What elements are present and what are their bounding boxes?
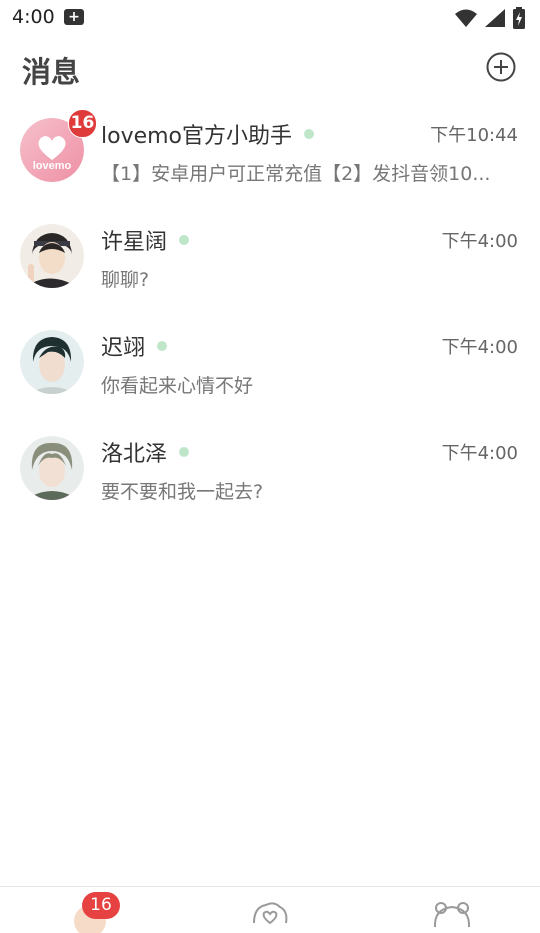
heart-cloud-icon (253, 902, 288, 925)
online-status-dot (157, 341, 168, 351)
message-time: 下午4:00 (441, 443, 518, 464)
bottom-nav: 16 (0, 886, 540, 933)
online-status-dot (304, 129, 315, 139)
contact-name: lovemo官方小助手 (101, 124, 293, 149)
wifi-icon (455, 9, 477, 27)
message-preview: 【1】安卓用户可正常充值【2】发抖音领10... (101, 163, 491, 185)
status-icons (454, 6, 526, 30)
conversation-item-luo-beize[interactable]: 洛北泽 下午4:00 要不要和我一起去? (0, 426, 540, 532)
conversation-item-chi-yi[interactable]: 迟翊 下午4:00 你看起来心情不好 (0, 320, 540, 426)
avatar (20, 436, 84, 500)
battery-icon (513, 7, 525, 29)
avatar (20, 330, 84, 394)
add-circle-icon[interactable] (485, 51, 517, 83)
message-time: 下午4:00 (441, 231, 518, 252)
header: 消息 (0, 40, 540, 96)
contact-name: 洛北泽 (101, 442, 168, 467)
conversation-item-xu-xingkuo[interactable]: 许星阔 下午4:00 聊聊? (0, 214, 540, 320)
message-time: 下午10:44 (430, 125, 518, 146)
discover-tab[interactable] (180, 887, 360, 925)
online-status-dot (179, 235, 190, 245)
messages-tab[interactable]: 16 (0, 887, 180, 933)
unread-badge: 16 (82, 892, 120, 919)
avatar-logo-text: lovemo (33, 160, 72, 172)
online-status-dot (179, 447, 190, 457)
message-time: 下午4:00 (441, 337, 518, 358)
message-preview: 你看起来心情不好 (101, 375, 254, 397)
contact-name: 迟翊 (101, 336, 146, 361)
status-time: 4:00 (12, 6, 55, 28)
bear-icon (433, 902, 471, 928)
message-preview: 要不要和我一起去? (101, 481, 264, 503)
profile-tab[interactable] (360, 887, 540, 928)
conversation-item-lovemo-assistant[interactable]: lovemo 16 lovemo官方小助手 下午10:44 【1】安卓用户可正常… (0, 108, 540, 214)
unread-badge: 16 (68, 109, 97, 138)
message-preview: 聊聊? (101, 269, 150, 291)
notification-icon: + (64, 9, 84, 25)
conversation-list: lovemo 16 lovemo官方小助手 下午10:44 【1】安卓用户可正常… (0, 108, 540, 532)
status-bar: 4:00 + (0, 0, 540, 36)
avatar (20, 224, 84, 288)
contact-name: 许星阔 (101, 230, 168, 255)
page-title: 消息 (22, 55, 81, 89)
signal-icon (485, 9, 505, 27)
